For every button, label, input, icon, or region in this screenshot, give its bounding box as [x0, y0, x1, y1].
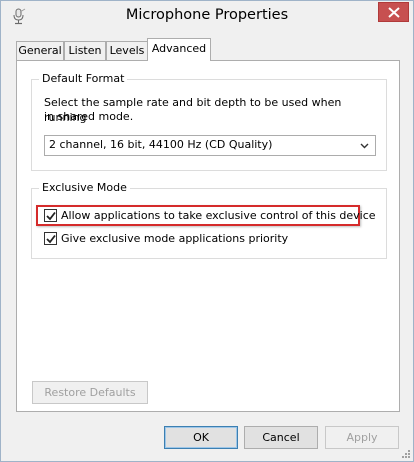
window-title: Microphone Properties: [125, 7, 289, 23]
title-bar[interactable]: Microphone Properties: [1, 1, 413, 33]
apply-button[interactable]: Apply: [325, 426, 399, 449]
close-button[interactable]: [378, 2, 409, 22]
default-format-description-line2: in shared mode.: [44, 110, 134, 123]
exclusive-mode-legend: Exclusive Mode: [39, 181, 130, 194]
advanced-tab-panel: Default Format Select the sample rate an…: [16, 60, 400, 412]
default-format-select[interactable]: 2 channel, 16 bit, 44100 Hz (CD Quality): [44, 135, 376, 156]
exclusive-mode-group: Exclusive Mode Allow applications to tak…: [31, 181, 387, 259]
exclusive-control-checkbox-row[interactable]: Allow applications to take exclusive con…: [44, 208, 376, 224]
exclusive-priority-checkbox[interactable]: [44, 232, 57, 245]
checkmark-icon: [46, 234, 56, 244]
exclusive-control-checkbox[interactable]: [44, 209, 57, 222]
close-icon: [388, 7, 400, 18]
tab-listen[interactable]: Listen: [64, 41, 106, 60]
ok-button[interactable]: OK: [164, 426, 238, 449]
default-format-selected-value: 2 channel, 16 bit, 44100 Hz (CD Quality): [49, 138, 273, 151]
restore-defaults-button[interactable]: Restore Defaults: [32, 381, 148, 404]
exclusive-priority-label: Give exclusive mode applications priorit…: [61, 232, 289, 245]
tab-general[interactable]: General: [16, 41, 64, 60]
default-format-legend: Default Format: [39, 72, 128, 85]
default-format-group: Default Format Select the sample rate an…: [31, 72, 387, 171]
exclusive-priority-checkbox-row[interactable]: Give exclusive mode applications priorit…: [44, 231, 288, 247]
cancel-button[interactable]: Cancel: [244, 426, 318, 449]
tab-levels[interactable]: Levels: [106, 41, 148, 60]
tab-advanced[interactable]: Advanced: [147, 38, 211, 61]
resize-grip-icon[interactable]: [401, 449, 411, 459]
checkmark-icon: [46, 211, 56, 221]
properties-dialog: Microphone Properties General Listen Lev…: [0, 0, 414, 462]
exclusive-control-label: Allow applications to take exclusive con…: [61, 209, 376, 222]
chevron-down-icon: [360, 143, 369, 149]
